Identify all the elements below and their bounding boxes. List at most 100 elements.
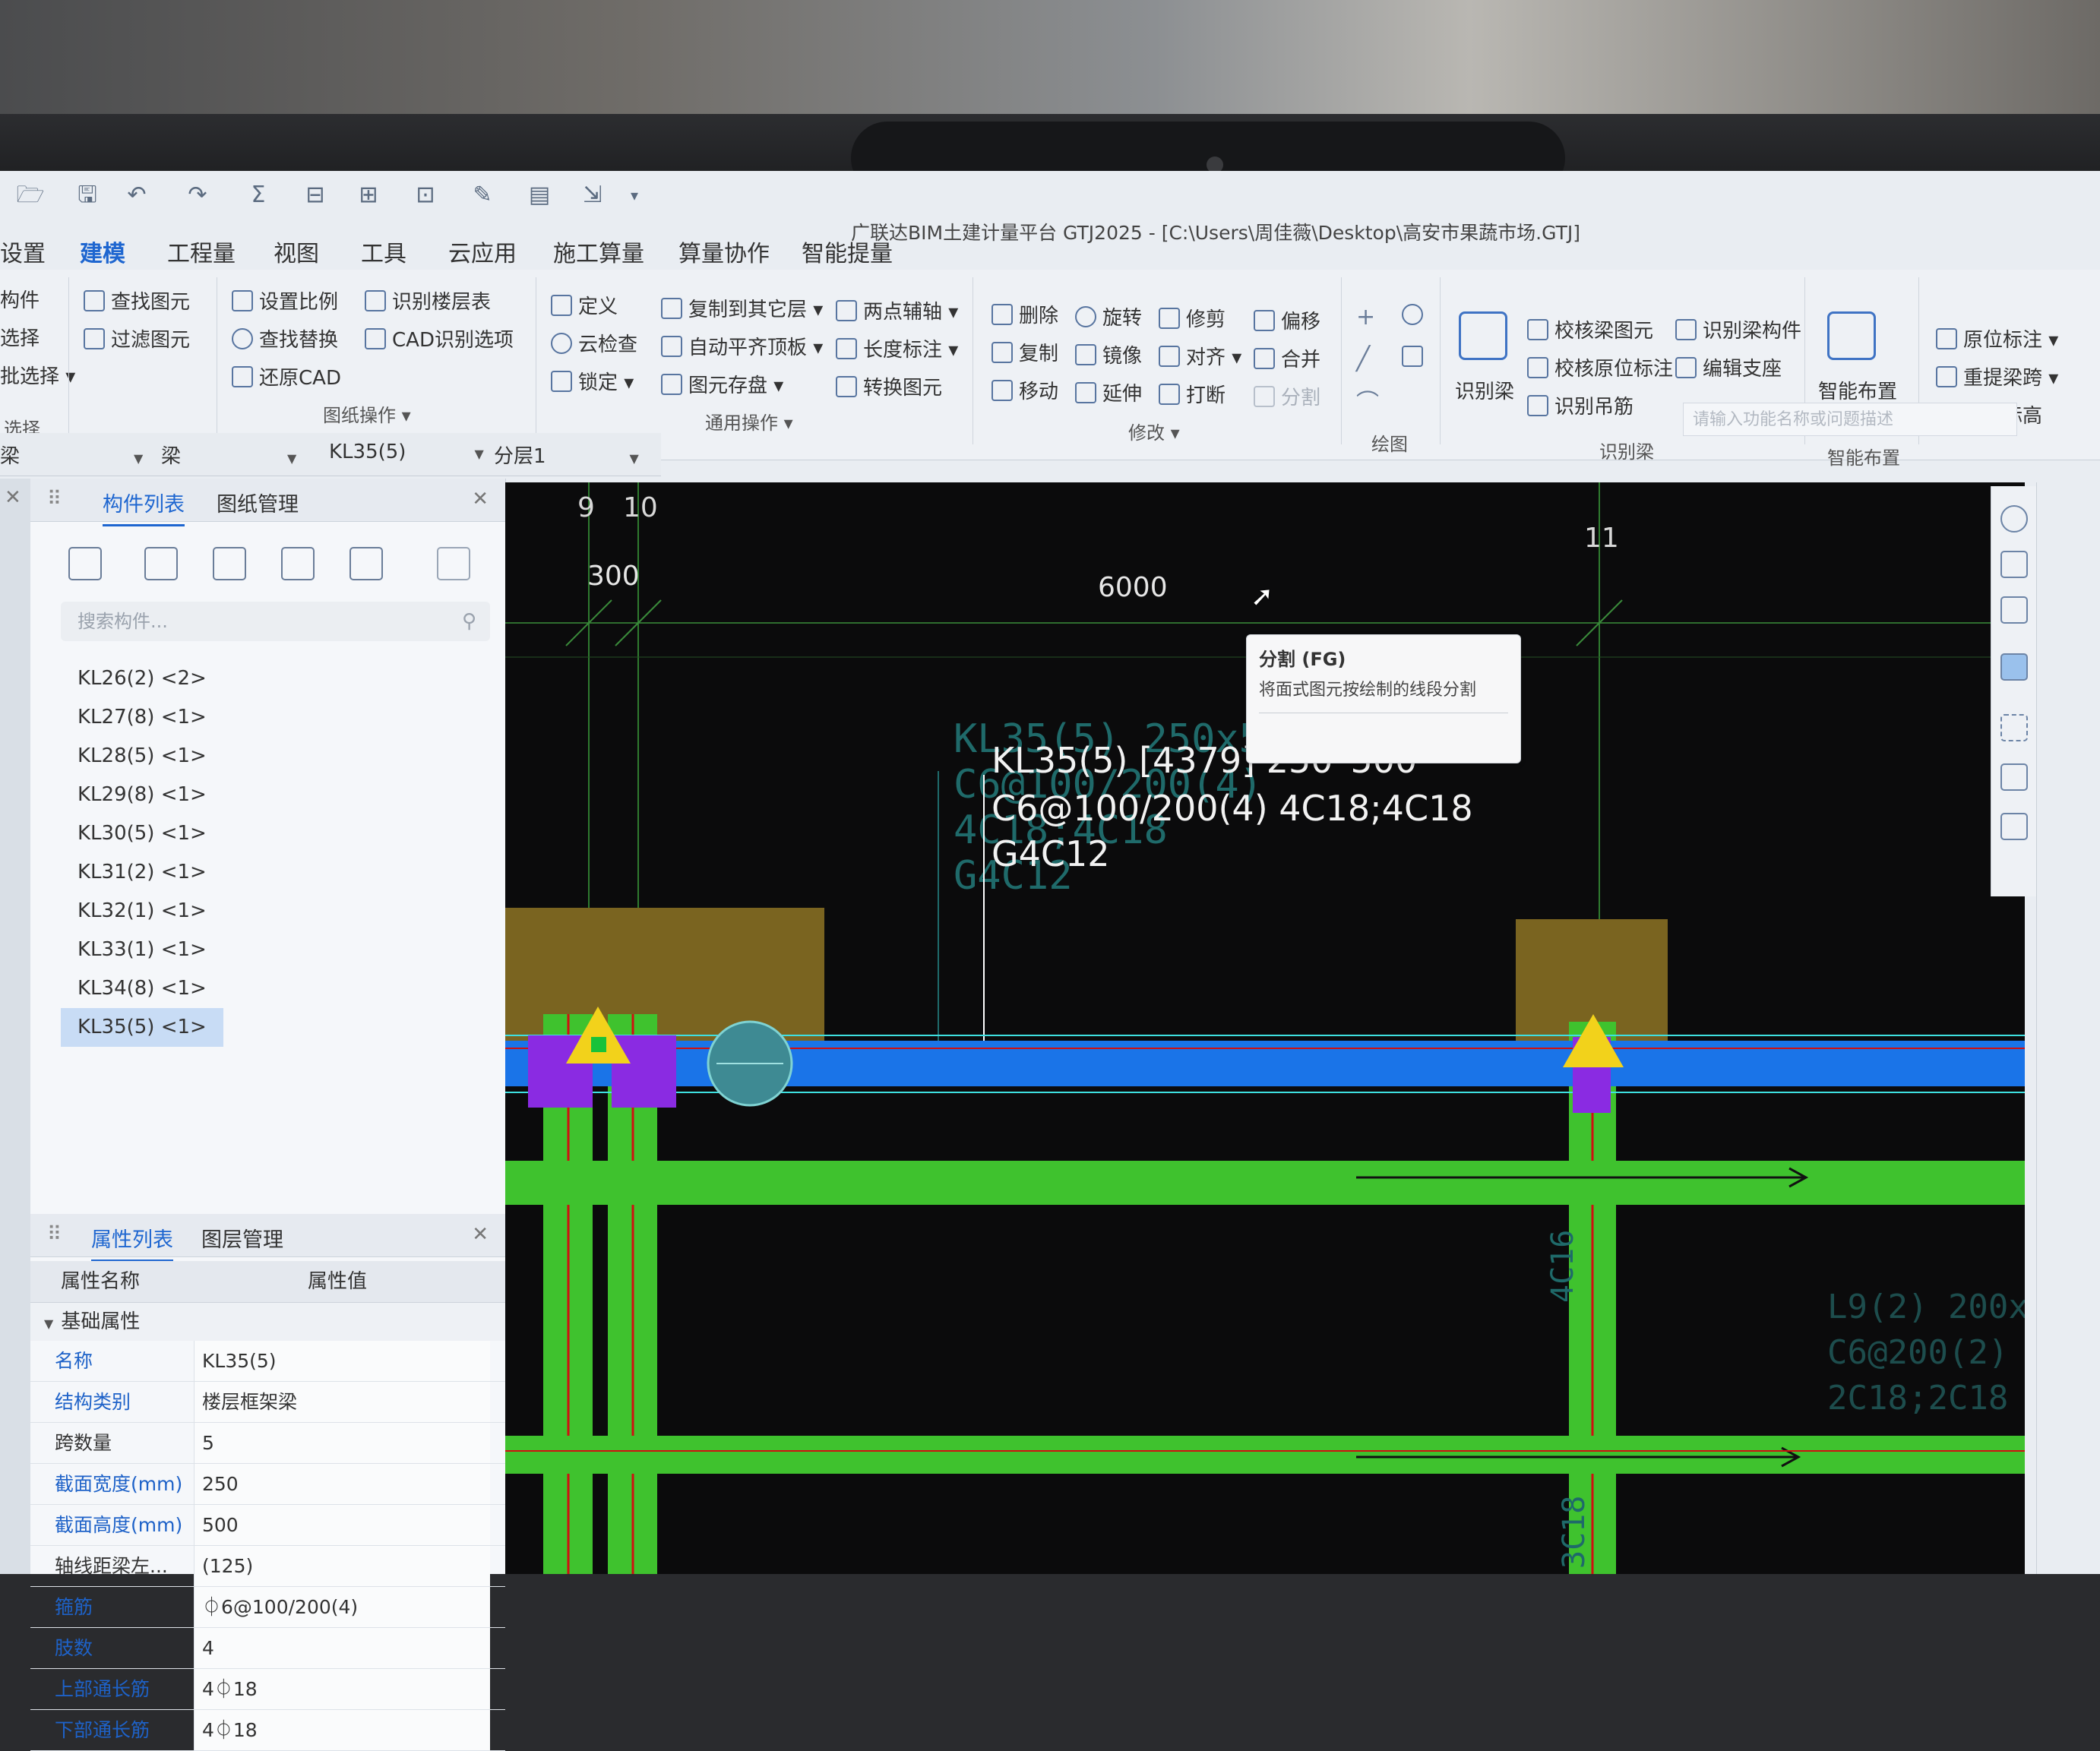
edit-icon[interactable]: ✎ <box>467 180 498 210</box>
component-select[interactable]: KL35(5) ▼ <box>329 441 484 463</box>
list-item[interactable]: KL26(2) <2> <box>61 659 486 698</box>
3d-view-icon[interactable] <box>2000 653 2028 681</box>
layer-select[interactable]: 分层1 ▼ <box>494 441 639 469</box>
report-icon[interactable]: ⊟ <box>300 180 330 210</box>
tab-component-list[interactable]: 构件列表 <box>103 488 185 526</box>
tab-layer-management[interactable]: 图层管理 <box>201 1223 283 1253</box>
tab-tools[interactable]: 工具 <box>361 235 406 268</box>
check-annotation-button[interactable]: 校核原位标注 <box>1527 353 1673 381</box>
save-icon[interactable]: 🖫 <box>72 180 103 210</box>
tab-view[interactable]: 视图 <box>274 235 319 268</box>
lock-button[interactable]: 锁定 ▾ <box>551 367 634 395</box>
table-icon[interactable]: ▤ <box>524 180 555 210</box>
zoom-extents-icon[interactable] <box>2000 714 2028 741</box>
grid-icon[interactable]: ⊞ <box>353 180 384 210</box>
length-dim-button[interactable]: 长度标注 ▾ <box>836 334 958 362</box>
close-icon[interactable]: ✕ <box>472 1223 489 1246</box>
property-value[interactable]: 4⏀18 <box>194 1710 490 1750</box>
smart-layout-icon[interactable] <box>1827 311 1876 360</box>
align-button[interactable]: 对齐 ▾ <box>1159 342 1241 370</box>
move-button[interactable]: 移动 <box>991 376 1058 404</box>
respan-beam-button[interactable]: 重提梁跨 ▾ <box>1936 362 2058 390</box>
line-draw-icon[interactable]: ╱ <box>1356 346 1370 372</box>
support-grip-icon[interactable] <box>591 1037 606 1052</box>
copy-button[interactable]: 复制 <box>991 338 1058 366</box>
view-cube-icon[interactable] <box>2000 551 2028 578</box>
extend-button[interactable]: 延伸 <box>1075 378 1142 406</box>
group-label-modify[interactable]: 修改 ▾ <box>1128 418 1180 444</box>
check-beam-button[interactable]: 校核梁图元 <box>1527 315 1653 343</box>
property-value[interactable]: 4 <box>194 1628 490 1668</box>
more-icon[interactable] <box>437 547 470 580</box>
rotate-button[interactable]: 旋转 <box>1075 302 1142 330</box>
list-item[interactable]: KL28(5) <1> <box>61 737 486 776</box>
property-group-basic[interactable]: ▼ 基础属性 <box>30 1303 505 1341</box>
tab-drawing-management[interactable]: 图纸管理 <box>217 488 299 517</box>
drag-handle-icon[interactable]: ⠿ <box>47 488 62 510</box>
find-element-button[interactable]: 查找图元 <box>84 286 190 314</box>
tab-modeling[interactable]: 建模 <box>80 235 125 276</box>
tab-settings[interactable]: 设置 <box>0 235 46 268</box>
split-button[interactable]: 分割 <box>1254 382 1320 410</box>
drag-handle-icon[interactable]: ⠿ <box>47 1223 62 1246</box>
list-item[interactable]: KL30(5) <1> <box>61 814 486 853</box>
trim-button[interactable]: 修剪 <box>1159 304 1226 332</box>
floor-select[interactable]: 梁 ▼ <box>0 441 143 469</box>
tab-quantity[interactable]: 工程量 <box>167 235 236 268</box>
export-icon[interactable]: ⇲ <box>577 180 608 210</box>
customize-icon[interactable]: ▾ <box>619 180 650 210</box>
find-replace-button[interactable]: 查找替换 <box>232 324 338 352</box>
identify-hanger-button[interactable]: 识别吊筋 <box>1527 391 1634 419</box>
group-label-drawing-ops[interactable]: 图纸操作 ▾ <box>323 400 411 427</box>
property-value[interactable]: ⏀6@100/200(4) <box>194 1587 490 1627</box>
tab-collab[interactable]: 算量协作 <box>678 235 770 268</box>
list-item-selected[interactable]: KL35(5) <1> <box>61 1008 223 1047</box>
open-folder-icon[interactable]: 🗁 <box>15 180 46 210</box>
property-value[interactable]: 5 <box>194 1423 490 1463</box>
restore-cad-button[interactable]: 还原CAD <box>232 362 341 390</box>
property-value[interactable]: (125) <box>194 1546 490 1586</box>
sort-icon[interactable] <box>349 547 383 580</box>
property-value[interactable]: 楼层框架梁 <box>194 1382 490 1422</box>
copy-to-floor-button[interactable]: 复制到其它层 ▾ <box>661 294 823 322</box>
delete-component-icon[interactable] <box>213 547 246 580</box>
tab-cloud[interactable]: 云应用 <box>448 235 517 268</box>
convert-element-button[interactable]: 转换图元 <box>836 372 942 400</box>
property-value[interactable]: 500 <box>194 1505 490 1545</box>
list-item[interactable]: KL33(1) <1> <box>61 931 486 969</box>
sum-icon[interactable]: Σ <box>243 180 274 210</box>
box-view-icon[interactable] <box>2000 596 2028 624</box>
element-save-button[interactable]: 图元存盘 ▾ <box>661 370 783 398</box>
layout-icon[interactable]: ⊡ <box>410 180 441 210</box>
identify-beam-button[interactable]: 识别梁 <box>1455 376 1514 404</box>
cloud-check-button[interactable]: 云检查 <box>551 329 637 357</box>
filter-element-button[interactable]: 过滤图元 <box>84 324 190 352</box>
tab-smart-extract[interactable]: 智能提量 <box>802 235 893 268</box>
list-item[interactable]: KL34(8) <1> <box>61 969 486 1008</box>
ribbon-batch-select[interactable]: 批选择 ▾ <box>0 361 75 389</box>
smart-layout-button[interactable]: 智能布置 <box>1818 376 1897 404</box>
break-button[interactable]: 打断 <box>1159 380 1226 408</box>
type-select[interactable]: 梁 ▼ <box>161 441 296 469</box>
delete-button[interactable]: 删除 <box>991 300 1058 328</box>
copy-component-icon[interactable] <box>144 547 178 580</box>
arc-draw-icon[interactable]: ⌒ <box>1356 384 1379 417</box>
property-value[interactable]: KL35(5) <box>194 1341 490 1381</box>
merge-button[interactable]: 合并 <box>1254 344 1320 372</box>
offset-button[interactable]: 偏移 <box>1254 306 1320 334</box>
list-item[interactable]: KL29(8) <1> <box>61 776 486 814</box>
group-label-general-ops[interactable]: 通用操作 ▾ <box>705 408 793 435</box>
rect-draw-icon[interactable] <box>1402 346 1423 367</box>
define-button[interactable]: 定义 <box>551 291 618 319</box>
ribbon-component-cut[interactable]: 构件 <box>0 285 40 313</box>
mirror-button[interactable]: 镜像 <box>1075 340 1142 368</box>
layer-copy-icon[interactable] <box>281 547 315 580</box>
list-item[interactable]: KL32(1) <1> <box>61 892 486 931</box>
component-search-input[interactable]: 搜索构件... ⚲ <box>61 602 490 641</box>
circle-draw-icon[interactable] <box>1402 304 1423 325</box>
two-point-axis-button[interactable]: 两点辅轴 ▾ <box>836 296 958 324</box>
component-view-icon[interactable] <box>2000 763 2028 791</box>
identify-beam-icon[interactable] <box>1459 311 1507 360</box>
identify-beam-component-button[interactable]: 识别梁构件 <box>1675 315 1801 343</box>
new-component-icon[interactable] <box>68 547 102 580</box>
